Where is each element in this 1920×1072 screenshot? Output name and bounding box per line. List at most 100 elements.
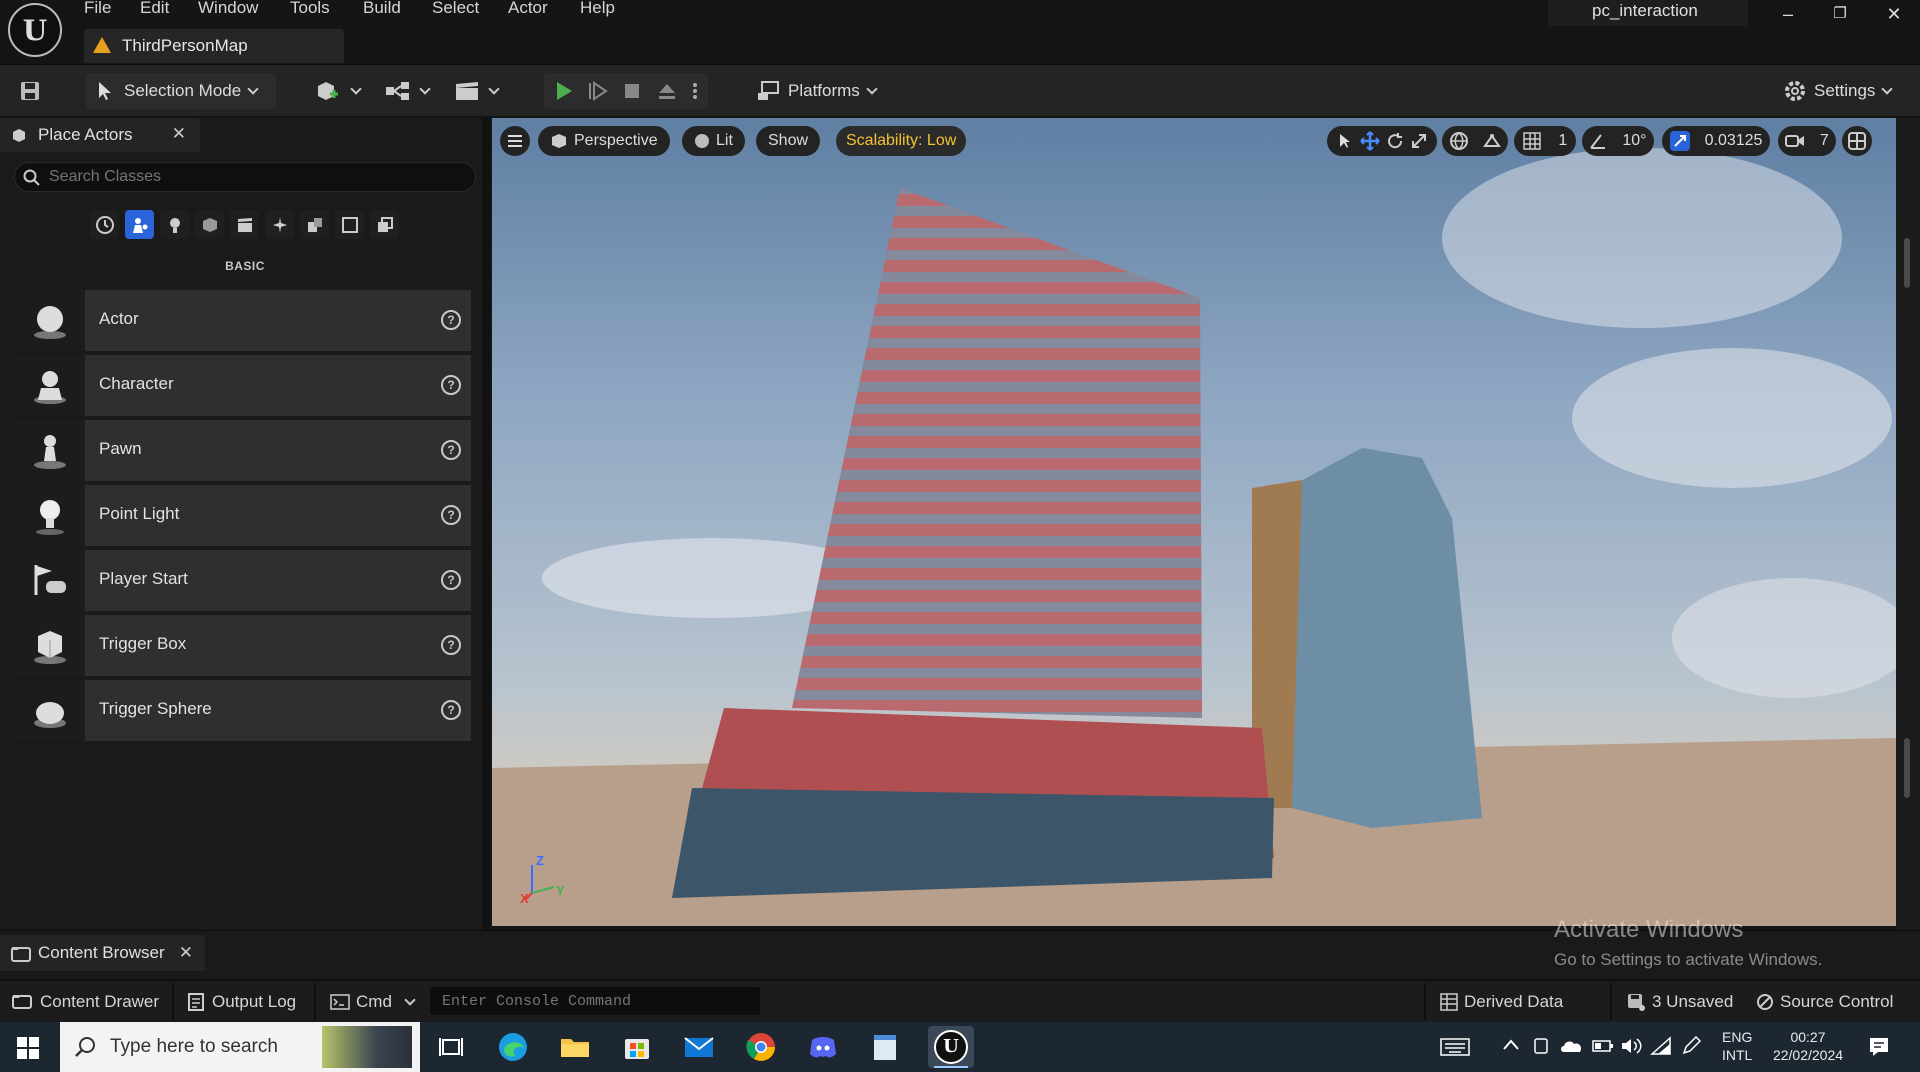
edge-browser-icon[interactable]	[496, 1030, 530, 1064]
device-icon[interactable]	[1532, 1036, 1550, 1061]
viewport-layout-button[interactable]	[1842, 126, 1872, 156]
scrollbar[interactable]	[1904, 238, 1910, 288]
scrollbar[interactable]	[1904, 738, 1910, 798]
discord-icon[interactable]	[806, 1030, 840, 1064]
source-control-button[interactable]: Source Control	[1756, 989, 1893, 1015]
unreal-engine-taskbar-icon[interactable]: U	[928, 1026, 974, 1068]
settings-dropdown[interactable]: Settings	[1782, 73, 1894, 109]
search-classes-input[interactable]	[49, 167, 449, 187]
console-command-field[interactable]	[430, 987, 760, 1015]
output-log-button[interactable]: Output Log	[188, 989, 296, 1015]
lit-button[interactable]: Lit	[682, 126, 745, 156]
menu-select[interactable]: Select	[432, 0, 479, 18]
volumes-category-icon[interactable]	[335, 210, 364, 239]
scale-tool-icon[interactable]	[1410, 132, 1428, 150]
help-icon[interactable]: ?	[441, 700, 461, 720]
visual-effects-category-icon[interactable]	[265, 210, 294, 239]
help-icon[interactable]: ?	[441, 570, 461, 590]
taskbar-search[interactable]: Type here to search	[60, 1022, 420, 1072]
more-options-icon[interactable]	[692, 80, 698, 102]
menu-file[interactable]: File	[84, 0, 111, 18]
world-globe-icon[interactable]	[1449, 131, 1469, 151]
help-icon[interactable]: ?	[441, 375, 461, 395]
perspective-button[interactable]: Perspective	[538, 126, 670, 156]
unsaved-button[interactable]: 3 Unsaved	[1626, 989, 1733, 1015]
content-drawer-button[interactable]: Content Drawer	[12, 989, 159, 1015]
basic-category-icon[interactable]	[125, 210, 154, 239]
battery-icon[interactable]	[1592, 1038, 1614, 1059]
mail-icon[interactable]	[682, 1030, 716, 1064]
microsoft-store-icon[interactable]	[620, 1030, 654, 1064]
cmd-dropdown[interactable]: Cmd	[330, 989, 416, 1015]
console-command-input[interactable]	[442, 991, 742, 1011]
menu-window[interactable]: Window	[198, 0, 258, 18]
menu-help[interactable]: Help	[580, 0, 615, 18]
help-icon[interactable]: ?	[441, 635, 461, 655]
close-tab-icon[interactable]: ✕	[172, 124, 186, 144]
level-viewport[interactable]: Perspective Lit Show Scalability: Low 1 …	[492, 118, 1896, 926]
unreal-logo-icon[interactable]: U	[8, 3, 62, 57]
actor-item[interactable]: Player Start ?	[14, 550, 471, 611]
actor-item[interactable]: Actor ?	[14, 290, 471, 351]
clock[interactable]: 00:27 22/02/2024	[1766, 1028, 1850, 1064]
content-browser-tab[interactable]: Content Browser ✕	[0, 935, 205, 971]
recent-icon[interactable]	[90, 210, 119, 239]
stop-icon[interactable]	[622, 80, 642, 102]
geometry-category-icon[interactable]	[300, 210, 329, 239]
notepad-app-icon[interactable]	[868, 1030, 902, 1064]
help-icon[interactable]: ?	[441, 310, 461, 330]
lights-category-icon[interactable]	[160, 210, 189, 239]
pen-icon[interactable]	[1680, 1035, 1702, 1062]
map-tab[interactable]: ThirdPersonMap	[84, 29, 344, 63]
show-button[interactable]: Show	[756, 126, 821, 156]
cinematics-button[interactable]	[452, 73, 500, 109]
viewport-menu-button[interactable]	[500, 126, 530, 156]
help-icon[interactable]: ?	[441, 440, 461, 460]
derived-data-button[interactable]: Derived Data	[1440, 989, 1563, 1015]
select-tool-icon[interactable]	[1336, 132, 1354, 150]
eject-icon[interactable]	[656, 80, 678, 102]
blueprint-button[interactable]	[383, 73, 431, 109]
search-classes-field[interactable]	[14, 162, 476, 192]
camera-speed-control[interactable]: 7	[1778, 126, 1836, 156]
windows-start-icon[interactable]	[16, 1036, 40, 1065]
surface-snap-icon[interactable]	[1482, 131, 1502, 151]
panel-splitter[interactable]	[482, 118, 490, 930]
add-actor-button[interactable]	[314, 73, 362, 109]
cinematic-category-icon[interactable]	[230, 210, 259, 239]
step-icon[interactable]	[588, 80, 608, 102]
actor-item[interactable]: Point Light ?	[14, 485, 471, 546]
menu-build[interactable]: Build	[363, 0, 401, 18]
task-view-icon[interactable]	[434, 1030, 468, 1064]
all-classes-category-icon[interactable]	[370, 210, 399, 239]
actor-item[interactable]: Trigger Sphere ?	[14, 680, 471, 741]
file-explorer-icon[interactable]	[558, 1030, 592, 1064]
rotate-tool-icon[interactable]	[1386, 132, 1404, 150]
move-tool-icon[interactable]	[1360, 131, 1380, 151]
play-icon[interactable]	[554, 80, 574, 102]
selection-mode-dropdown[interactable]: Selection Mode	[86, 73, 276, 109]
help-icon[interactable]: ?	[441, 505, 461, 525]
grid-snap-control[interactable]: 1	[1514, 126, 1576, 156]
minimize-button[interactable]: –	[1766, 2, 1810, 26]
place-actors-tab[interactable]: Place Actors ✕	[0, 118, 200, 152]
language-indicator[interactable]: ENG INTL	[1722, 1028, 1752, 1064]
actor-item[interactable]: Character ?	[14, 355, 471, 416]
scale-snap-control[interactable]: 0.03125	[1662, 126, 1770, 156]
shapes-category-icon[interactable]	[195, 210, 224, 239]
close-tab-icon[interactable]: ✕	[179, 943, 193, 963]
menu-actor[interactable]: Actor	[508, 0, 548, 18]
notifications-icon[interactable]	[1868, 1036, 1890, 1063]
chrome-icon[interactable]	[744, 1030, 778, 1064]
scalability-badge[interactable]: Scalability: Low	[836, 126, 967, 156]
platforms-dropdown[interactable]: Platforms	[756, 73, 878, 109]
save-button[interactable]	[18, 73, 42, 109]
rotation-snap-control[interactable]: 10°	[1582, 126, 1654, 156]
restore-button[interactable]: ❐	[1818, 2, 1862, 26]
actor-item[interactable]: Trigger Box ?	[14, 615, 471, 676]
keyboard-layout-icon[interactable]	[1440, 1037, 1470, 1062]
menu-edit[interactable]: Edit	[140, 0, 169, 18]
onedrive-icon[interactable]	[1560, 1037, 1584, 1060]
wifi-icon[interactable]	[1650, 1036, 1672, 1061]
volume-icon[interactable]	[1620, 1036, 1644, 1061]
